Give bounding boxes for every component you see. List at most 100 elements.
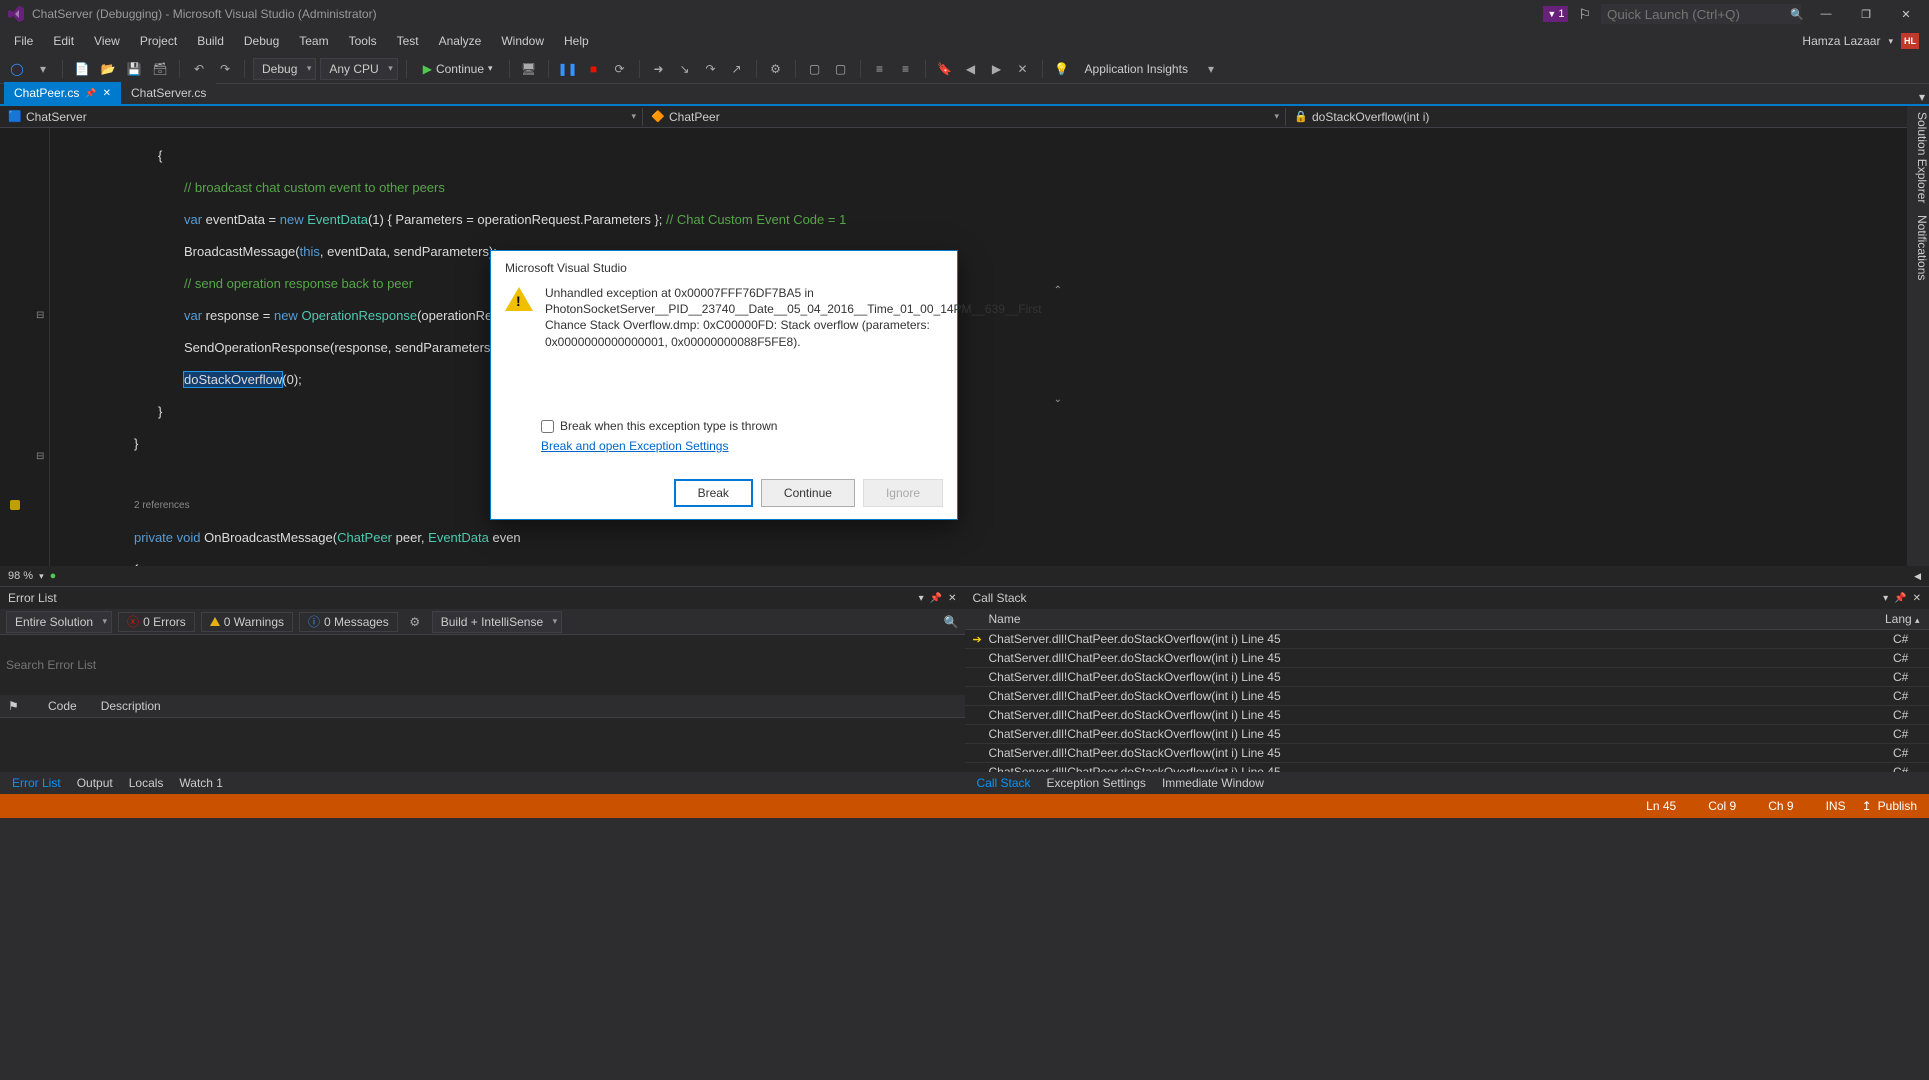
new-project-icon[interactable]: 📄 (71, 58, 93, 80)
restore-button[interactable]: ❐ (1851, 3, 1881, 25)
bulb-icon[interactable]: 💡 (1051, 58, 1073, 80)
chevron-left-icon[interactable]: ◀ (1914, 571, 1921, 582)
insights-dropdown-icon[interactable]: ▾ (1200, 58, 1222, 80)
step-into-icon[interactable]: ↘ (674, 58, 696, 80)
btab-watch1[interactable]: Watch 1 (171, 773, 231, 793)
filter-icon[interactable]: ⚙ (404, 611, 426, 633)
callstack-row[interactable]: ChatServer.dll!ChatPeer.doStackOverflow(… (965, 725, 1929, 744)
tool2-icon[interactable]: ▢ (830, 58, 852, 80)
btab-errorlist[interactable]: Error List (4, 773, 69, 793)
callstack-row[interactable]: ChatServer.dll!ChatPeer.doStackOverflow(… (965, 668, 1929, 687)
menu-window[interactable]: Window (491, 30, 554, 52)
close-icon[interactable]: ✕ (948, 593, 956, 604)
scroll-down-icon[interactable]: ⌄ (1054, 394, 1062, 405)
tabs-overflow-icon[interactable]: ▾ (1919, 90, 1929, 104)
stop-icon[interactable]: ■ (583, 58, 605, 80)
next-bookmark-icon[interactable]: ▶ (986, 58, 1008, 80)
indent-icon[interactable]: ≡ (869, 58, 891, 80)
nav-fwd-icon[interactable]: ▾ (32, 58, 54, 80)
errors-filter[interactable]: ⓧ0 Errors (118, 612, 195, 632)
menu-build[interactable]: Build (187, 30, 234, 52)
messages-filter[interactable]: ⓘ0 Messages (299, 612, 398, 632)
callstack-row[interactable]: ChatServer.dll!ChatPeer.doStackOverflow(… (965, 706, 1929, 725)
close-button[interactable]: ✕ (1891, 3, 1921, 25)
menu-debug[interactable]: Debug (234, 30, 289, 52)
tab-chatserver[interactable]: ChatServer.cs (121, 82, 216, 104)
open-icon[interactable]: 📂 (97, 58, 119, 80)
bookmark-icon[interactable]: 🔖 (934, 58, 956, 80)
menu-view[interactable]: View (84, 30, 130, 52)
btab-callstack[interactable]: Call Stack (969, 773, 1039, 793)
col-lang[interactable]: Lang ▴ (1885, 612, 1921, 626)
intellitrace-icon[interactable]: ⚙ (765, 58, 787, 80)
open-exception-settings-link[interactable]: Break and open Exception Settings (541, 439, 728, 453)
minimize-button[interactable]: — (1811, 3, 1841, 25)
nav-member[interactable]: 🔒doStackOverflow(int i) (1286, 108, 1929, 126)
pin-icon[interactable]: 📌 (85, 88, 96, 99)
menu-test[interactable]: Test (387, 30, 429, 52)
nav-class[interactable]: 🔶ChatPeer (643, 108, 1286, 126)
platform-dropdown[interactable]: Any CPU (320, 58, 397, 80)
zoom-level[interactable]: 98 % (8, 570, 33, 582)
col-code[interactable]: Code (48, 699, 77, 713)
search-icon[interactable]: 🔍 (944, 615, 959, 629)
show-next-icon[interactable]: ➜ (648, 58, 670, 80)
prev-bookmark-icon[interactable]: ◀ (960, 58, 982, 80)
close-icon[interactable]: ✕ (1913, 593, 1921, 604)
btab-output[interactable]: Output (69, 773, 121, 793)
publish-button[interactable]: Publish (1878, 799, 1917, 813)
step-out-icon[interactable]: ↗ (726, 58, 748, 80)
scroll-up-icon[interactable]: ⌃ (1054, 285, 1062, 296)
menu-team[interactable]: Team (289, 30, 338, 52)
quick-launch[interactable]: 🔍 (1601, 4, 1801, 24)
pin-icon[interactable]: 📌 (930, 593, 942, 604)
break-button[interactable]: Break (674, 479, 753, 507)
solution-explorer-tab[interactable]: Solution Explorer (1907, 112, 1929, 203)
tab-chatpeer[interactable]: ChatPeer.cs 📌 ✕ (4, 82, 121, 104)
callstack-row[interactable]: ChatServer.dll!ChatPeer.doStackOverflow(… (965, 763, 1929, 772)
config-dropdown[interactable]: Debug (253, 58, 316, 80)
continue-button[interactable]: Continue (761, 479, 855, 507)
col-severity[interactable]: ⚑ (8, 699, 24, 713)
user-name[interactable]: Hamza Lazaar (1802, 34, 1880, 48)
pause-icon[interactable]: ❚❚ (557, 58, 579, 80)
menu-tools[interactable]: Tools (339, 30, 387, 52)
close-icon[interactable]: ✕ (103, 88, 111, 99)
fold-icon[interactable]: ⊟ (36, 451, 44, 462)
warnings-filter[interactable]: 0 Warnings (201, 612, 293, 632)
pin-icon[interactable]: 📌 (1894, 593, 1906, 604)
undo-icon[interactable]: ↶ (188, 58, 210, 80)
save-icon[interactable]: 💾 (123, 58, 145, 80)
col-name[interactable]: Name (989, 612, 1886, 626)
codelens[interactable]: 2 references (50, 498, 1911, 514)
notifications-tab[interactable]: Notifications (1907, 215, 1929, 280)
quick-launch-input[interactable] (1607, 7, 1784, 22)
error-search-input[interactable] (0, 635, 965, 695)
dialog-scrollbar[interactable]: ⌃⌄ (1054, 285, 1062, 405)
fold-icon[interactable]: ⊟ (36, 310, 44, 321)
menu-project[interactable]: Project (130, 30, 187, 52)
menu-file[interactable]: File (4, 30, 43, 52)
callstack-row[interactable]: ➔ChatServer.dll!ChatPeer.doStackOverflow… (965, 630, 1929, 649)
step-over-icon[interactable]: ↷ (700, 58, 722, 80)
btab-exception-settings[interactable]: Exception Settings (1039, 773, 1154, 793)
btab-immediate[interactable]: Immediate Window (1154, 773, 1272, 793)
callstack-row[interactable]: ChatServer.dll!ChatPeer.doStackOverflow(… (965, 687, 1929, 706)
break-on-exception-checkbox[interactable] (541, 420, 554, 433)
save-all-icon[interactable]: 🗃 (149, 58, 171, 80)
nav-project[interactable]: 🟦ChatServer (0, 108, 643, 126)
callstack-row[interactable]: ChatServer.dll!ChatPeer.doStackOverflow(… (965, 744, 1929, 763)
redo-icon[interactable]: ↷ (214, 58, 236, 80)
tool1-icon[interactable]: ▢ (804, 58, 826, 80)
menu-edit[interactable]: Edit (43, 30, 84, 52)
application-insights[interactable]: Application Insights (1077, 62, 1196, 76)
chevron-down-icon[interactable]: ▾ (39, 571, 44, 582)
browser-icon[interactable]: 🖥 (518, 58, 540, 80)
user-avatar[interactable]: HL (1901, 33, 1919, 49)
build-dropdown[interactable]: Build + IntelliSense (432, 611, 562, 633)
btab-locals[interactable]: Locals (121, 773, 172, 793)
nav-back-icon[interactable]: ◯ (6, 58, 28, 80)
scope-dropdown[interactable]: Entire Solution (6, 611, 112, 633)
chevron-down-icon[interactable]: ▾ (1888, 36, 1893, 47)
restart-icon[interactable]: ⟳ (609, 58, 631, 80)
